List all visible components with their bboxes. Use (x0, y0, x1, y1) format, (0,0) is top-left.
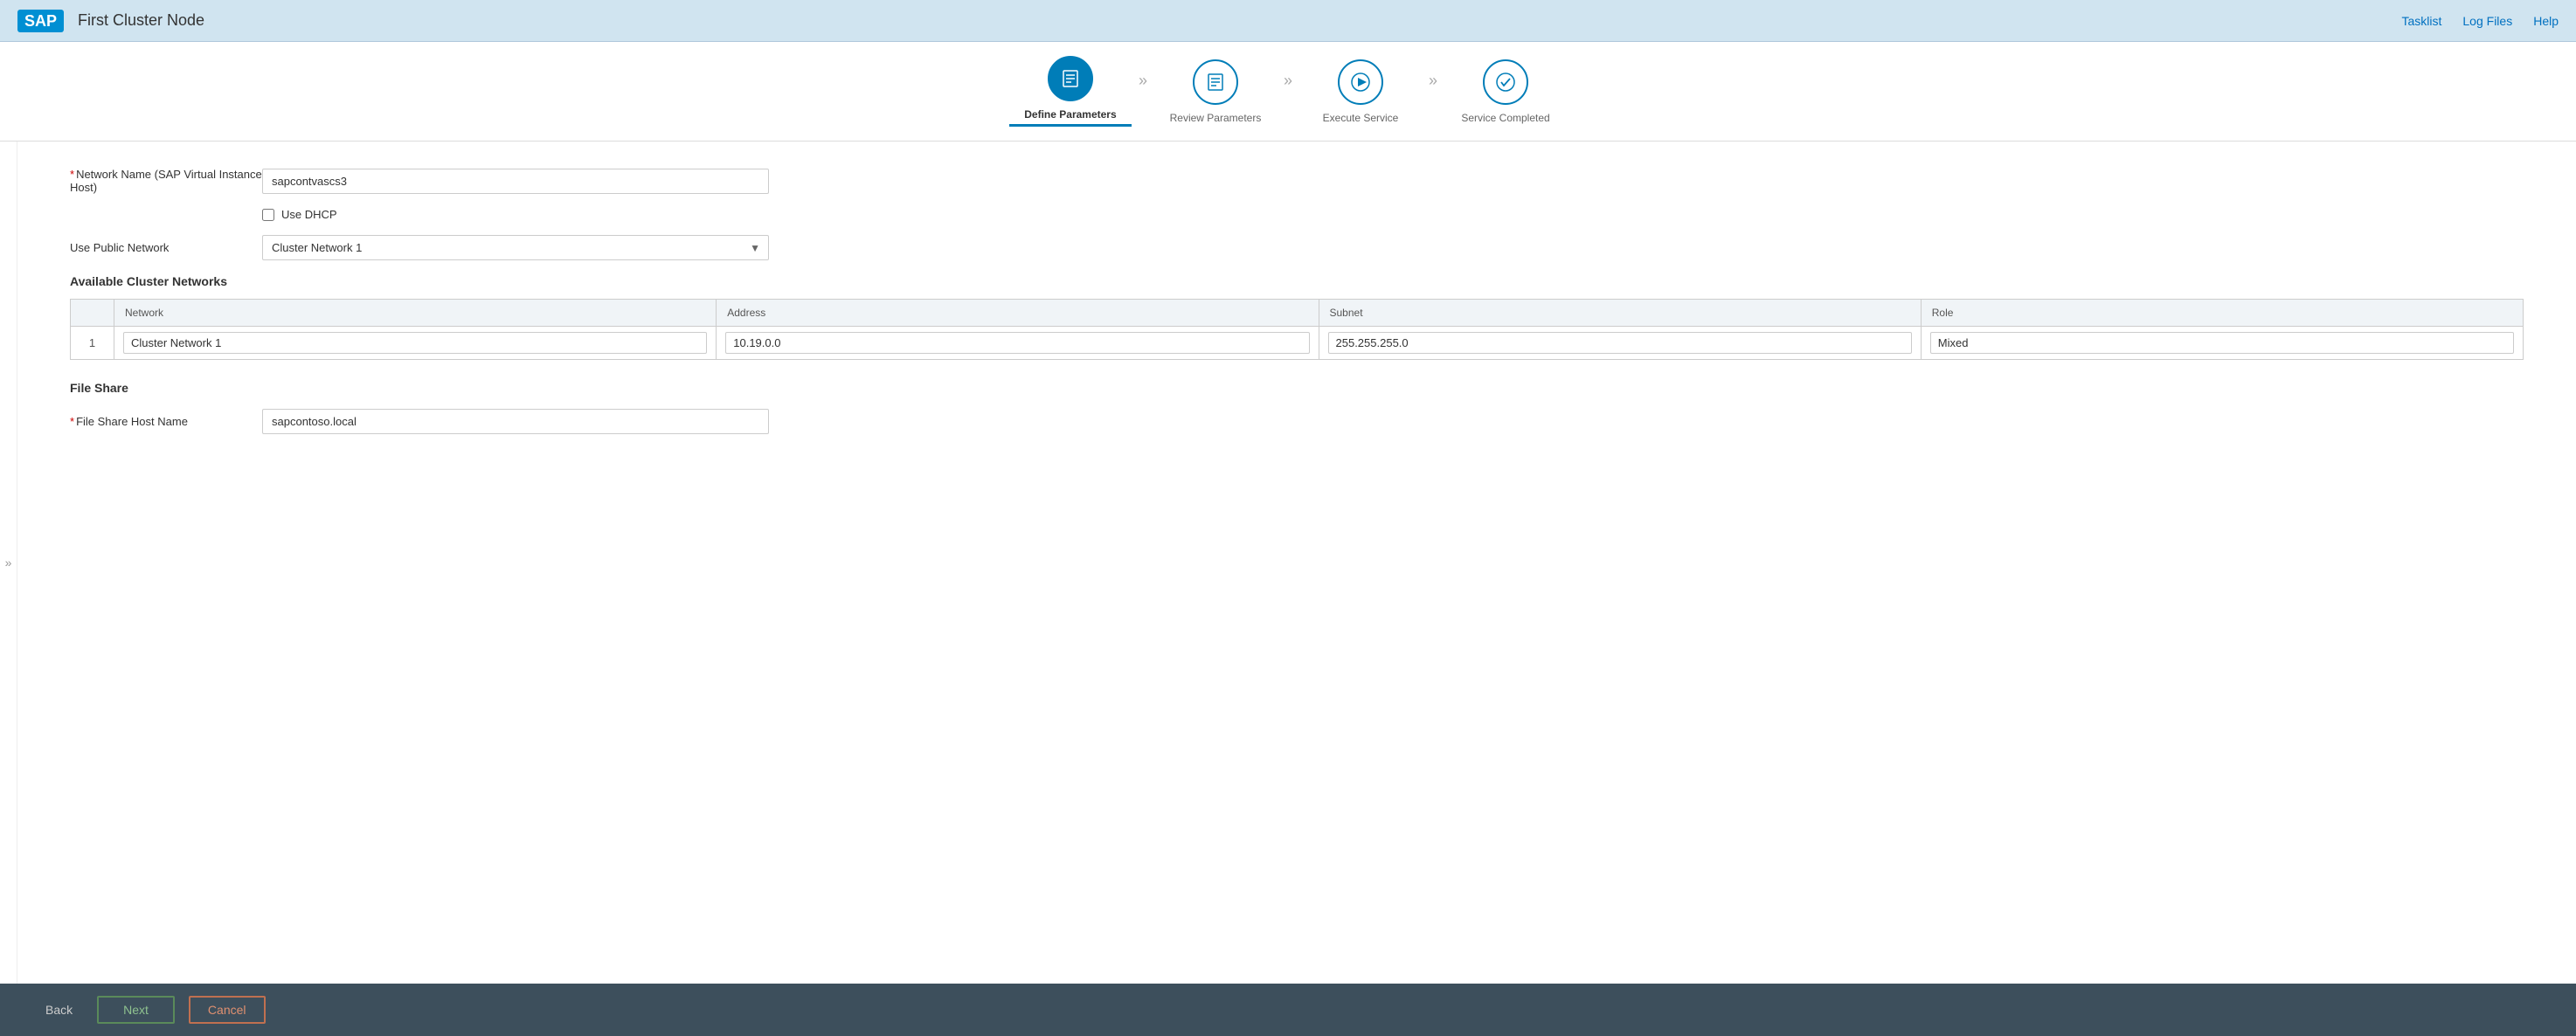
arrow-1: » (1139, 72, 1147, 111)
row-num: 1 (71, 327, 114, 360)
network-name-input[interactable] (262, 169, 769, 194)
col-network: Network (114, 300, 717, 327)
sidebar-chevron[interactable]: » (0, 142, 17, 984)
table-body: 1 (71, 327, 2524, 360)
public-network-select[interactable]: Cluster Network 1 (262, 235, 769, 260)
public-network-select-wrapper: Cluster Network 1 ▼ (262, 235, 769, 260)
arrow-3: » (1429, 72, 1437, 111)
file-share-input[interactable] (262, 409, 769, 434)
wizard-bar: Define Parameters » Review Parameters » (0, 42, 2576, 142)
file-share-heading: File Share (70, 381, 2524, 395)
step-label-review: Review Parameters (1170, 112, 1262, 124)
step-circle-define (1048, 56, 1093, 101)
network-name-label: *Network Name (SAP Virtual Instance Host… (70, 168, 262, 194)
app-title: First Cluster Node (78, 11, 2401, 30)
cancel-button[interactable]: Cancel (189, 996, 266, 1024)
step-label-define: Define Parameters (1024, 108, 1116, 121)
check-icon (1494, 71, 1517, 93)
list-icon (1059, 67, 1082, 90)
row-network-input[interactable] (123, 332, 707, 354)
required-star-network: * (70, 168, 74, 181)
step-circle-execute (1338, 59, 1383, 105)
network-name-row: *Network Name (SAP Virtual Instance Host… (70, 168, 2524, 194)
row-role-input[interactable] (1930, 332, 2514, 354)
arrow-2: » (1284, 72, 1292, 111)
wizard-steps: Define Parameters » Review Parameters » (1009, 56, 1567, 127)
tasklist-link[interactable]: Tasklist (2401, 14, 2441, 28)
row-address (717, 327, 1319, 360)
file-share-label: *File Share Host Name (70, 415, 262, 428)
use-public-network-label: Use Public Network (70, 241, 262, 254)
step-label-completed: Service Completed (1461, 112, 1549, 124)
review-icon (1204, 71, 1227, 93)
play-icon (1349, 71, 1372, 93)
next-button[interactable]: Next (97, 996, 175, 1024)
col-role: Role (1921, 300, 2523, 327)
row-role (1921, 327, 2523, 360)
table-header-row: Network Address Subnet Role (71, 300, 2524, 327)
file-share-row: *File Share Host Name (70, 409, 2524, 434)
table-row: 1 (71, 327, 2524, 360)
step-label-execute: Execute Service (1323, 112, 1399, 124)
wizard-step-completed[interactable]: Service Completed (1444, 59, 1567, 124)
col-subnet: Subnet (1319, 300, 1921, 327)
step-circle-completed (1483, 59, 1528, 105)
wizard-step-review[interactable]: Review Parameters (1154, 59, 1277, 124)
step-circle-review (1193, 59, 1238, 105)
log-files-link[interactable]: Log Files (2462, 14, 2512, 28)
row-subnet (1319, 327, 1921, 360)
wizard-step-define[interactable]: Define Parameters (1009, 56, 1132, 127)
content-wrapper: » *Network Name (SAP Virtual Instance Ho… (0, 142, 2576, 984)
row-network (114, 327, 717, 360)
back-button[interactable]: Back (35, 998, 83, 1022)
help-link[interactable]: Help (2533, 14, 2559, 28)
app-header: SAP First Cluster Node Tasklist Log File… (0, 0, 2576, 42)
main-content: *Network Name (SAP Virtual Instance Host… (17, 142, 2576, 984)
row-address-input[interactable] (725, 332, 1309, 354)
required-star-file-share: * (70, 415, 74, 428)
wizard-step-execute[interactable]: Execute Service (1299, 59, 1422, 124)
cluster-networks-table: Network Address Subnet Role 1 (70, 299, 2524, 360)
row-subnet-input[interactable] (1328, 332, 1912, 354)
cluster-networks-heading: Available Cluster Networks (70, 274, 2524, 288)
use-dhcp-label: Use DHCP (281, 208, 337, 221)
col-address: Address (717, 300, 1319, 327)
header-nav: Tasklist Log Files Help (2401, 14, 2559, 28)
sap-logo-text: SAP (17, 10, 64, 32)
use-dhcp-checkbox[interactable] (262, 209, 274, 221)
use-public-network-row: Use Public Network Cluster Network 1 ▼ (70, 235, 2524, 260)
footer: Back Next Cancel (0, 984, 2576, 1036)
use-dhcp-row: Use DHCP (262, 208, 2524, 221)
col-num (71, 300, 114, 327)
table-header: Network Address Subnet Role (71, 300, 2524, 327)
sap-logo: SAP (17, 10, 64, 32)
step-underline-define (1009, 124, 1132, 127)
